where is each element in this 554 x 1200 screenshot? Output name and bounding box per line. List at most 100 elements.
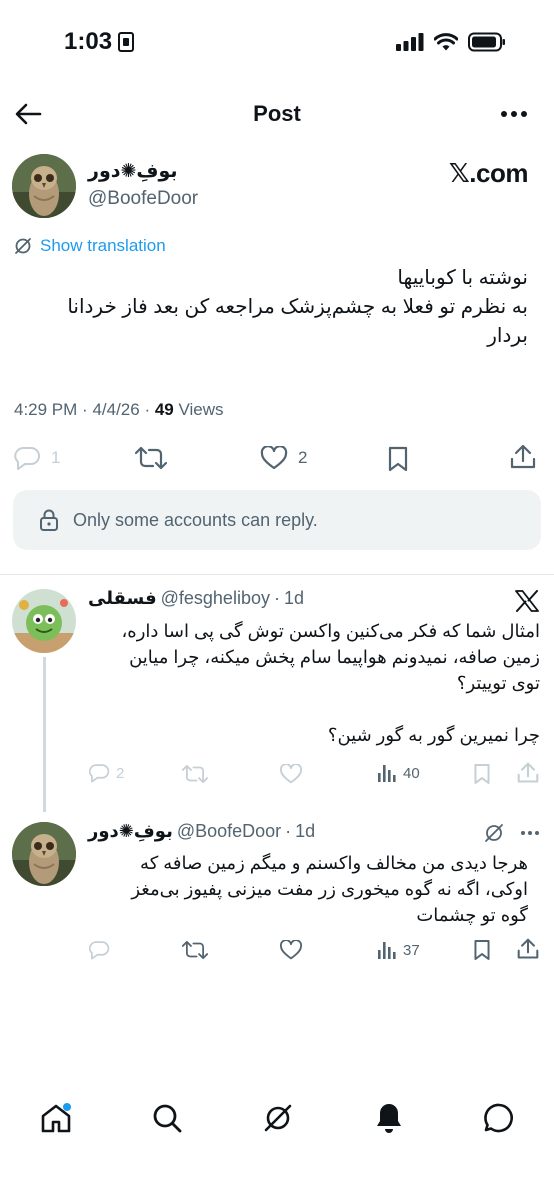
reply-reply-action[interactable]: 2: [88, 763, 124, 783]
search-icon: [153, 1104, 182, 1133]
share-icon: [510, 444, 536, 469]
reply-bubble-icon: [88, 941, 110, 960]
messages-icon: [484, 1103, 513, 1133]
bookmark-action[interactable]: [387, 446, 409, 472]
meta-separator: ·: [82, 400, 93, 419]
globe-slash-icon: [15, 238, 31, 254]
post-text-line: بردار: [487, 325, 528, 347]
show-translation-label: Show translation: [40, 236, 166, 255]
status-time: 1:03: [64, 28, 135, 56]
reply-handle[interactable]: @fesgheliboy: [161, 588, 270, 609]
reply-bookmark-action[interactable]: [473, 939, 491, 961]
nav-search[interactable]: [151, 1102, 183, 1134]
heart-icon: [280, 940, 302, 960]
reply-text: هرجا دیدی من مخالف واکسنم و میگم زمین صا…: [88, 850, 528, 928]
reply-text: امثال شما که فکر می‌کنین واکسن توش گی پی…: [80, 618, 541, 748]
retweet-icon: [182, 764, 208, 784]
reply-header: بوفِ✺دور @BoofeDoor · 1d: [88, 821, 315, 842]
reply-count: 1: [51, 448, 61, 467]
reply-text-line: امثال شما که فکر می‌کنین واکسن توش گی پی…: [121, 621, 541, 641]
reply-text-line: زمین صافه، نمیدونم هواپیما سام پخش میکنه…: [129, 647, 540, 667]
reply-restriction-text: Only some accounts can reply.: [73, 509, 318, 530]
reply-time[interactable]: 1d: [284, 588, 304, 609]
retweet-action[interactable]: [135, 446, 167, 470]
battery-icon: [468, 32, 505, 52]
author-handle[interactable]: @BoofeDoor: [88, 188, 198, 210]
meta-separator: ·: [285, 821, 292, 841]
reply-text-line: گوه تو چشمات: [416, 905, 528, 925]
author-name[interactable]: بوفِ✺دور: [88, 160, 178, 183]
post-text-line: نوشته با کوباییها: [397, 267, 528, 289]
bar-chart-icon: [378, 942, 396, 959]
heart-icon: [280, 764, 302, 784]
more-horizontal-icon: [501, 111, 527, 117]
reply-text-line: چرا نمیرین گور به گور شین؟: [327, 725, 540, 745]
more-horizontal-icon: [521, 831, 539, 835]
reply-avatar[interactable]: [12, 589, 76, 653]
reply-bubble-icon: [14, 447, 40, 470]
reply-name[interactable]: بوفِ✺دور: [88, 821, 173, 842]
like-action[interactable]: 2: [260, 446, 307, 470]
reply-header: فسقلی @fesgheliboy · 1d: [88, 588, 304, 609]
views-count: 49: [154, 400, 174, 419]
reply-time[interactable]: 1d: [295, 821, 315, 842]
cartoon-avatar-image: [12, 589, 76, 653]
thread-line: [43, 657, 46, 812]
bookmark-icon: [388, 446, 408, 472]
reply-text-line: هرجا دیدی من مخالف واکسنم و میگم زمین صا…: [140, 853, 528, 873]
reply-views[interactable]: 40: [377, 763, 420, 783]
source-label: 𝕏.com: [448, 158, 529, 188]
reply-retweet-action[interactable]: [182, 940, 208, 960]
more-button[interactable]: [500, 110, 528, 118]
x-logo-icon: [515, 590, 539, 612]
owl-avatar-image: [12, 154, 76, 218]
reply-reply-count: 2: [116, 764, 125, 782]
nav-grok[interactable]: [262, 1102, 294, 1134]
post-text-line: به نظرم تو فعلا به چشم‌پزشک مراجعه کن بع…: [67, 296, 528, 318]
bookmark-icon: [474, 940, 490, 960]
reply-share-action[interactable]: [517, 938, 539, 960]
meta-separator: ·: [144, 400, 155, 419]
reply-bubble-icon: [88, 764, 110, 783]
reply-handle[interactable]: @BoofeDoor: [177, 821, 281, 842]
reply-retweet-action[interactable]: [182, 764, 208, 784]
divider: [0, 574, 554, 575]
nav-messages[interactable]: [483, 1102, 515, 1134]
reply-action[interactable]: 1: [13, 446, 60, 470]
reply-bookmark-action[interactable]: [473, 763, 491, 785]
reply-like-action[interactable]: [279, 940, 303, 960]
reply-views-count: 40: [403, 764, 420, 782]
grok-icon[interactable]: [484, 823, 504, 843]
post-date[interactable]: 4/4/26: [92, 400, 139, 419]
reply-name[interactable]: فسقلی: [88, 588, 157, 609]
nav-home[interactable]: [40, 1102, 72, 1134]
show-translation-link[interactable]: Show translation: [14, 236, 166, 256]
share-icon: [517, 762, 539, 783]
signal-icon: [396, 33, 424, 51]
reply-like-action[interactable]: [279, 764, 303, 784]
avatar[interactable]: [12, 154, 76, 218]
reply-text-line: توی توییتر؟: [456, 673, 540, 693]
notifications-icon: [377, 1104, 401, 1133]
reply-reply-action[interactable]: [88, 940, 110, 960]
reply-views-count: 37: [403, 941, 420, 959]
reply-views[interactable]: 37: [377, 940, 420, 960]
views-label: Views: [178, 400, 224, 419]
lock-icon: [40, 509, 58, 531]
nav-notifications[interactable]: [373, 1101, 405, 1135]
reply-text-line: [80, 696, 540, 722]
post-meta: 4:29 PM · 4/4/26 · 49 Views: [14, 400, 224, 420]
home-icon: [41, 1103, 71, 1133]
bookmark-icon: [474, 764, 490, 784]
share-action[interactable]: [510, 444, 536, 470]
id-card-icon: [118, 32, 135, 52]
post-text: نوشته با کوباییها به نظرم تو فعلا به چشم…: [8, 264, 528, 351]
reply-share-action[interactable]: [517, 762, 539, 784]
wifi-icon: [434, 33, 458, 51]
status-icons: [396, 32, 506, 52]
post-time[interactable]: 4:29 PM: [14, 400, 77, 419]
like-count: 2: [298, 448, 308, 467]
reply-text-line: اوکی، اگه نه گوه میخوری زر مفت میزنی پفی…: [131, 879, 528, 899]
reply-avatar[interactable]: [12, 822, 76, 886]
reply-more-button[interactable]: [520, 830, 540, 836]
